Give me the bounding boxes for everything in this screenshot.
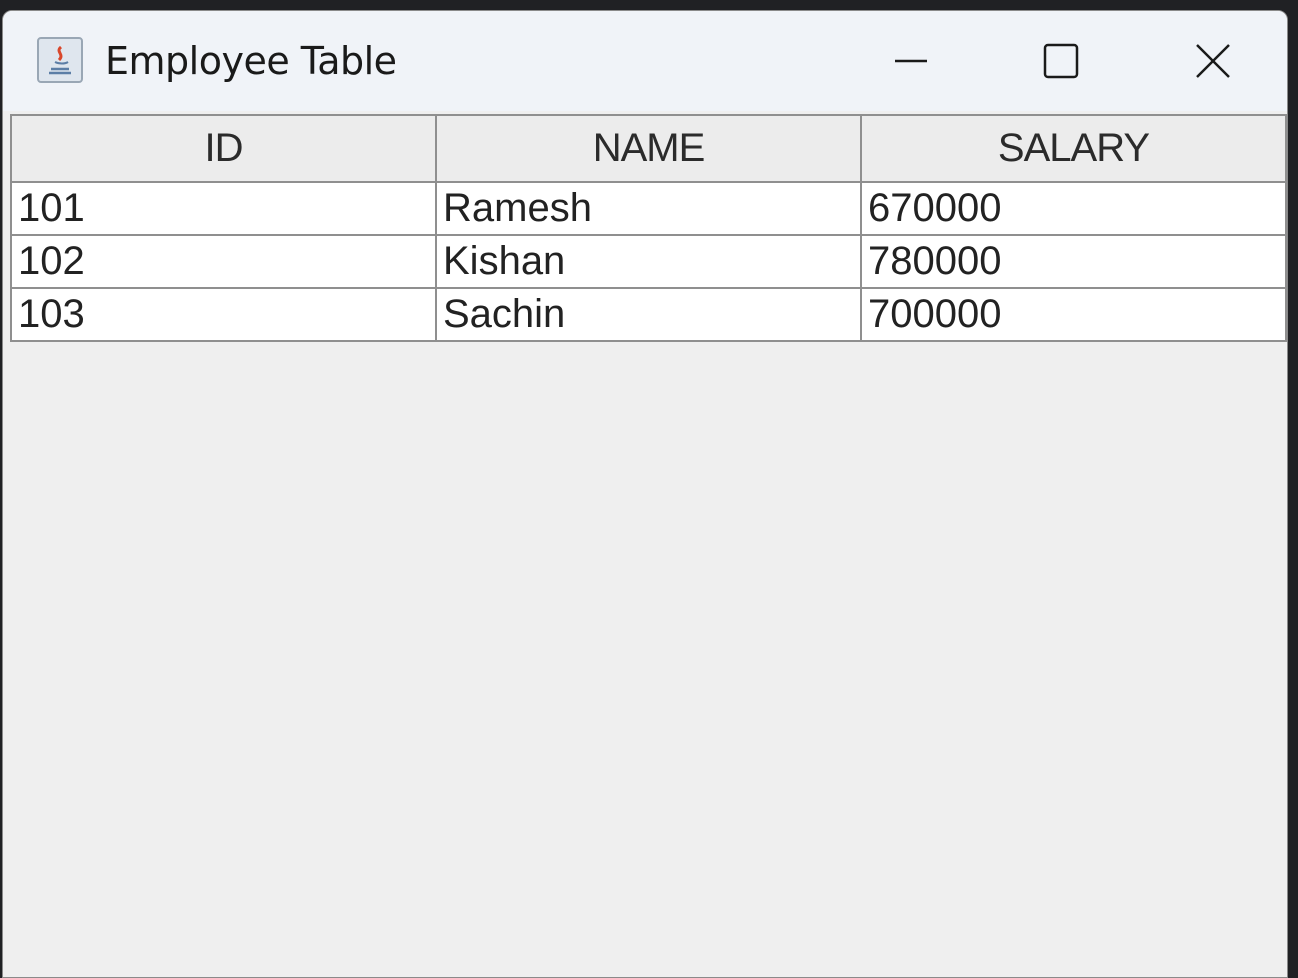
table-header-row: ID NAME SALARY <box>10 114 1287 183</box>
close-icon <box>1196 44 1230 78</box>
java-app-icon <box>35 35 85 85</box>
table-row[interactable]: 103 Sachin 700000 <box>10 287 1287 342</box>
maximize-button[interactable] <box>991 11 1131 111</box>
cell-id[interactable]: 103 <box>10 287 437 342</box>
column-header-name[interactable]: NAME <box>435 114 862 183</box>
maximize-icon <box>1043 43 1079 79</box>
table-row[interactable]: 101 Ramesh 670000 <box>10 181 1287 236</box>
cell-id[interactable]: 102 <box>10 234 437 289</box>
cell-salary[interactable]: 700000 <box>860 287 1287 342</box>
column-header-id[interactable]: ID <box>10 114 437 183</box>
table-row[interactable]: 102 Kishan 780000 <box>10 234 1287 289</box>
minimize-button[interactable] <box>841 11 981 111</box>
cell-id[interactable]: 101 <box>10 181 437 236</box>
column-header-salary[interactable]: SALARY <box>860 114 1287 183</box>
title-bar[interactable]: Employee Table <box>3 11 1287 111</box>
cell-salary[interactable]: 780000 <box>860 234 1287 289</box>
cell-name[interactable]: Kishan <box>435 234 862 289</box>
cell-name[interactable]: Sachin <box>435 287 862 342</box>
employee-table-window: Employee Table ID NAME SALARY 101 Ramesh… <box>2 10 1288 978</box>
window-title: Employee Table <box>105 39 397 83</box>
close-button[interactable] <box>1143 11 1283 111</box>
cell-name[interactable]: Ramesh <box>435 181 862 236</box>
cell-salary[interactable]: 670000 <box>860 181 1287 236</box>
table-viewport: ID NAME SALARY 101 Ramesh 670000 102 Kis… <box>3 111 1287 977</box>
minimize-icon <box>895 59 927 63</box>
desktop-background: Employee Table ID NAME SALARY 101 Ramesh… <box>0 0 1298 978</box>
employee-table[interactable]: ID NAME SALARY 101 Ramesh 670000 102 Kis… <box>10 114 1287 342</box>
